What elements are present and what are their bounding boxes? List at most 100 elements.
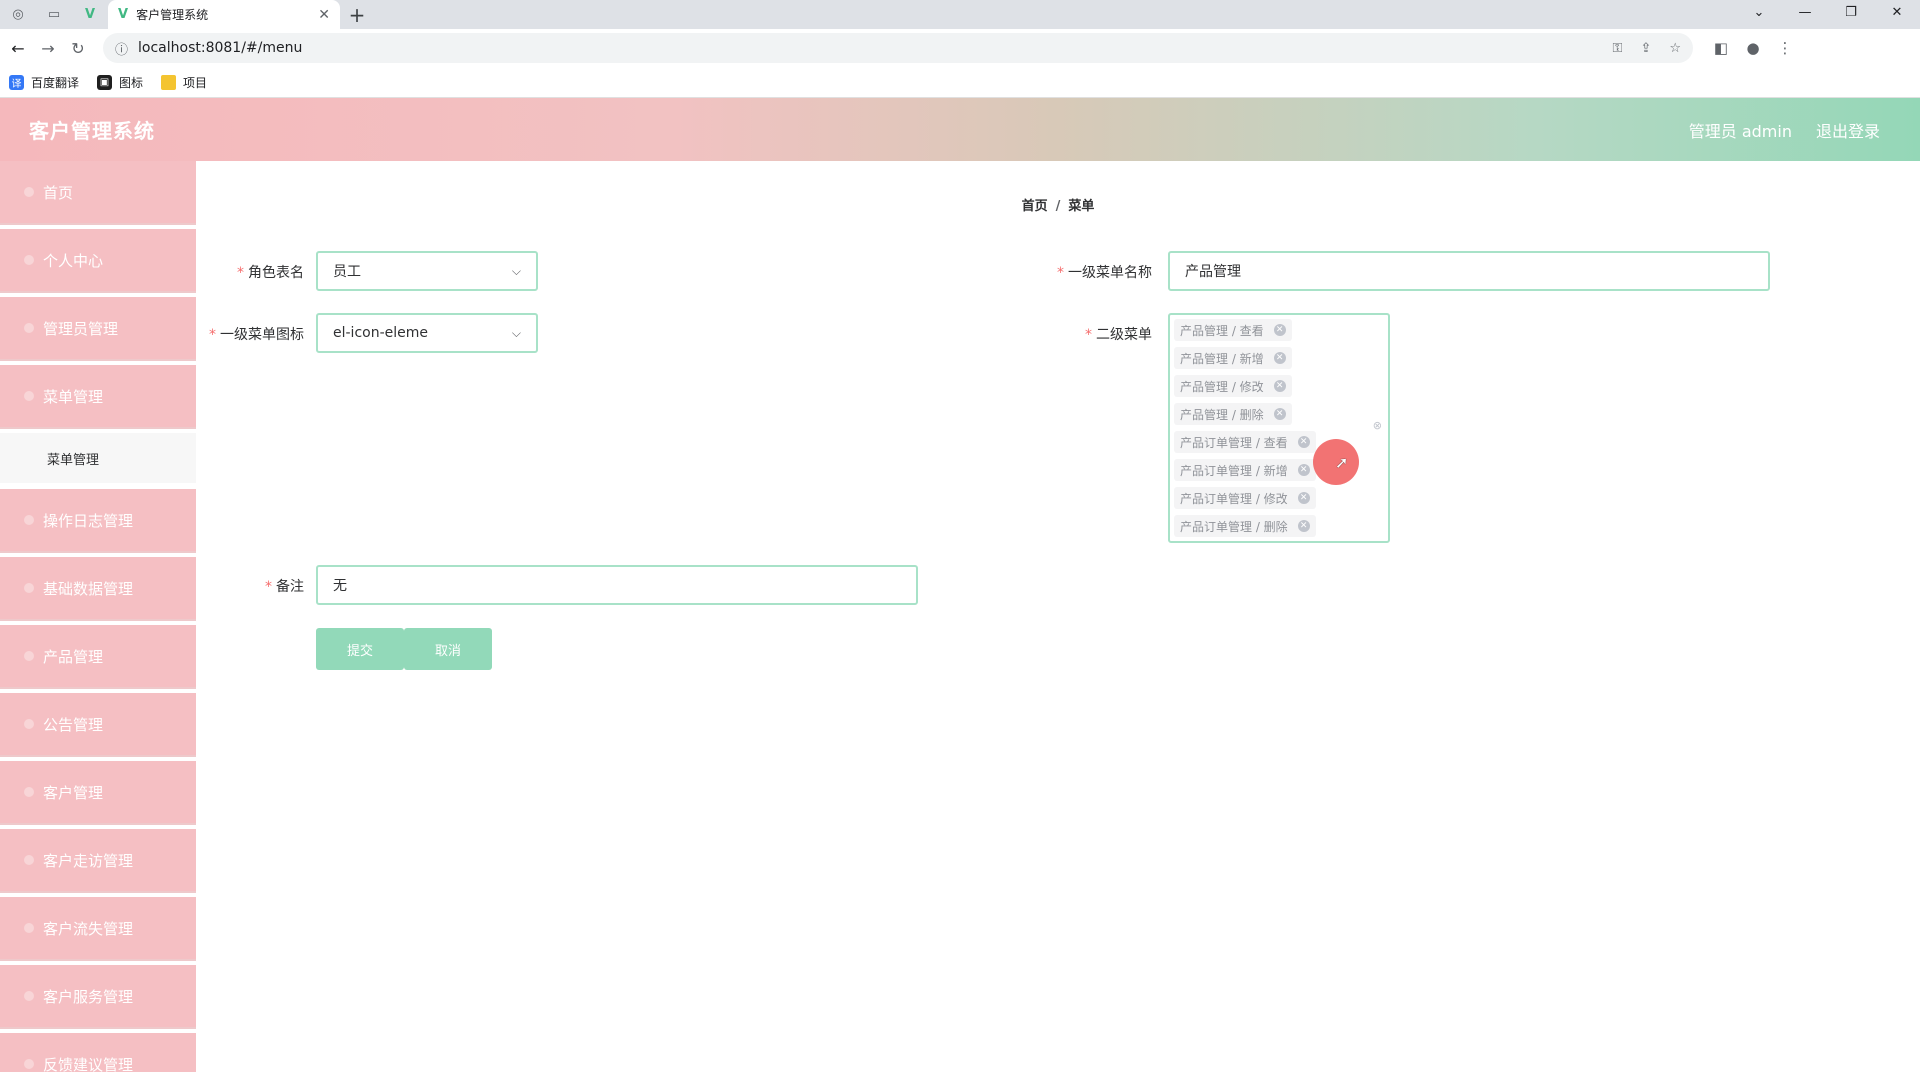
sidebar-item-customer-service[interactable]: 客户服务管理 — [0, 965, 196, 1027]
reload-icon[interactable]: ↻ — [63, 33, 93, 63]
menu-dot-icon — [24, 391, 34, 401]
menu-dot-icon — [24, 583, 34, 593]
main-content: 首页 / 菜单 * 角色表名 员工 ⌵ * 一级菜单名称 产品管理 * 一级菜单图标 el… — [196, 161, 1920, 1072]
sidebar-item-profile[interactable]: 个人中心 — [0, 229, 196, 291]
sidebar-item-operation-log[interactable]: 操作日志管理 — [0, 489, 196, 551]
tag-close-icon[interactable]: ✕ — [1297, 464, 1310, 476]
submit-button[interactable]: 提交 — [316, 628, 404, 670]
submenu-tag: 产品管理 / 查看 ✕ — [1174, 319, 1292, 341]
submenu-tag: 产品管理 / 新增 ✕ — [1174, 347, 1292, 369]
tab-close-icon[interactable]: ✕ — [318, 7, 330, 23]
sidebar-item-label: 客户管理 — [43, 783, 104, 802]
role-select[interactable]: 员工 ⌵ — [316, 251, 538, 291]
menu-icon-label: * 一级菜单图标 — [209, 327, 304, 343]
pinned-tab-globe-icon[interactable]: ◎ — [0, 0, 36, 29]
close-window-button[interactable]: ✕ — [1874, 0, 1920, 24]
submenu-label: * 二级菜单 — [1085, 327, 1152, 343]
breadcrumb-home[interactable]: 首页 — [1022, 199, 1048, 214]
bookmark-star-icon[interactable]: ☆ — [1669, 41, 1681, 56]
sidebar-item-label: 操作日志管理 — [43, 511, 134, 530]
clear-selection-icon[interactable]: ⊗ — [1373, 419, 1382, 432]
sidebar-item-home[interactable]: 首页 — [0, 161, 196, 223]
browser-menu-icon[interactable]: ⋮ — [1769, 39, 1801, 57]
folder-icon — [161, 74, 177, 90]
share-icon[interactable]: ⇪ — [1640, 41, 1651, 56]
bookmarks-bar: 译 百度翻译 ▣ 图标 项目 — [0, 67, 1920, 98]
bookmark-icons[interactable]: ▣ 图标 — [97, 74, 143, 91]
window-controls: ⌄ — ❐ ✕ — [1736, 0, 1920, 24]
address-toolbar: ← → ↻ ⓘ localhost:8081/#/menu ⚿ ⇪ ☆ ◧ ● … — [0, 29, 1920, 67]
remark-value: 无 — [333, 578, 347, 594]
vue-favicon-icon: V — [118, 7, 129, 22]
menu-dot-icon — [24, 923, 34, 933]
sidebar-item-label: 基础数据管理 — [43, 579, 134, 598]
browser-tab-active[interactable]: V 客户管理系统 ✕ — [108, 0, 340, 29]
pinned-tab-blank-icon[interactable]: ▭ — [36, 0, 72, 29]
chevron-down-icon: ⌵ — [511, 325, 521, 340]
menu-icon-select[interactable]: el-icon-eleme ⌵ — [316, 313, 538, 353]
sidebar-item-label: 客户流失管理 — [43, 919, 134, 938]
pinned-tab-vue-icon[interactable]: V — [72, 0, 108, 29]
sidebar-item-admins[interactable]: 管理员管理 — [0, 297, 196, 359]
side-panel-icon[interactable]: ◧ — [1705, 39, 1737, 57]
sidebar-item-customers[interactable]: 客户管理 — [0, 761, 196, 823]
tag-close-icon[interactable]: ✕ — [1273, 324, 1286, 336]
image-icon: ▣ — [97, 74, 113, 90]
submenu-tag: 产品订单管理 / 修改 ✕ — [1174, 487, 1316, 509]
sidebar-item-menus[interactable]: 菜单管理 — [0, 365, 196, 427]
bookmark-label: 项目 — [183, 75, 208, 90]
tag-close-icon[interactable]: ✕ — [1273, 352, 1286, 364]
sidebar-item-notices[interactable]: 公告管理 — [0, 693, 196, 755]
url-bar[interactable]: ⓘ localhost:8081/#/menu ⚿ ⇪ ☆ — [103, 33, 1693, 63]
tag-close-icon[interactable]: ✕ — [1297, 492, 1310, 504]
tag-close-icon[interactable]: ✕ — [1273, 380, 1286, 392]
submenu-multiselect[interactable]: 产品管理 / 查看 ✕ 产品管理 / 新增 ✕ 产品管理 / 修改 ✕ 产品管理 / … — [1168, 313, 1390, 543]
menu-name-value: 产品管理 — [1185, 264, 1241, 280]
sidebar-item-label: 首页 — [43, 183, 74, 202]
menu-dot-icon — [24, 719, 34, 729]
back-arrow-icon[interactable]: ← — [3, 33, 33, 63]
menu-dot-icon — [24, 187, 34, 197]
chevron-down-icon: ⌵ — [511, 263, 521, 278]
sidebar-subitem-menu-manage[interactable]: 菜单管理 — [0, 433, 196, 483]
remark-input[interactable]: 无 — [316, 565, 918, 605]
translate-icon: 译 — [9, 74, 24, 90]
bookmark-baidu-translate[interactable]: 译 百度翻译 — [9, 74, 79, 91]
menu-dot-icon — [24, 787, 34, 797]
menu-dot-icon — [24, 855, 34, 865]
menu-dot-icon — [24, 323, 34, 333]
sidebar-item-customer-churn[interactable]: 客户流失管理 — [0, 897, 196, 959]
tag-close-icon[interactable]: ✕ — [1297, 436, 1310, 448]
logout-link[interactable]: 退出登录 — [1816, 118, 1880, 142]
cancel-button[interactable]: 取消 — [404, 628, 492, 670]
menu-dot-icon — [24, 255, 34, 265]
sidebar-item-base-data[interactable]: 基础数据管理 — [0, 557, 196, 619]
submenu-tag: 产品管理 / 修改 ✕ — [1174, 375, 1292, 397]
sidebar-item-products[interactable]: 产品管理 — [0, 625, 196, 687]
bookmark-label: 图标 — [119, 75, 144, 90]
menu-name-input[interactable]: 产品管理 — [1168, 251, 1770, 291]
profile-avatar-icon[interactable]: ● — [1737, 39, 1769, 57]
menu-icon-value: el-icon-eleme — [333, 325, 428, 341]
site-info-icon[interactable]: ⓘ — [115, 39, 128, 58]
menu-name-label: * 一级菜单名称 — [1057, 265, 1152, 281]
restore-button[interactable]: ❐ — [1828, 0, 1874, 24]
sidebar-item-label: 产品管理 — [43, 647, 104, 666]
forward-arrow-icon[interactable]: → — [33, 33, 63, 63]
bookmark-projects[interactable]: 项目 — [161, 74, 207, 91]
bookmark-label: 百度翻译 — [31, 75, 80, 90]
tag-close-icon[interactable]: ✕ — [1273, 408, 1286, 420]
menu-dot-icon — [24, 515, 34, 525]
submenu-tag: 产品订单管理 / 删除 ✕ — [1174, 515, 1316, 537]
tab-search-icon[interactable]: ⌄ — [1736, 0, 1782, 24]
key-icon[interactable]: ⚿ — [1613, 41, 1623, 56]
tag-close-icon[interactable]: ✕ — [1297, 520, 1310, 532]
sidebar-item-feedback[interactable]: 反馈建议管理 — [0, 1033, 196, 1072]
minimize-button[interactable]: — — [1782, 0, 1828, 24]
breadcrumb: 首页 / 菜单 — [1021, 199, 1095, 214]
new-tab-button[interactable]: + — [340, 0, 374, 29]
sidebar-item-label: 反馈建议管理 — [43, 1055, 134, 1072]
sidebar-item-label: 客户服务管理 — [43, 987, 134, 1006]
sidebar-item-customer-visits[interactable]: 客户走访管理 — [0, 829, 196, 891]
current-user: 管理员 admin — [1688, 121, 1792, 141]
